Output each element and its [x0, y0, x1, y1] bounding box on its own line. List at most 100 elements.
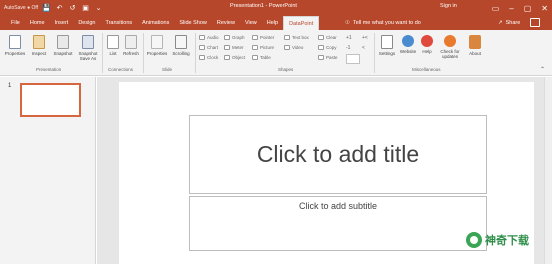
help-button[interactable]: Help	[419, 35, 435, 54]
group-label-presentation: Presentation	[36, 67, 62, 72]
shape-preview-box[interactable]	[346, 54, 360, 64]
clear-button[interactable]: Clear	[318, 35, 337, 40]
tab-file[interactable]: File	[6, 16, 25, 30]
snapshot-button[interactable]: Snapshot	[52, 35, 74, 56]
window-title: Presentation1 - PowerPoint	[230, 3, 297, 9]
watermark: 神奇下载	[466, 232, 529, 248]
scrolling-icon	[175, 35, 187, 49]
table-icon	[252, 55, 258, 60]
vertical-scrollbar[interactable]	[544, 77, 552, 264]
picture-button[interactable]: Picture	[252, 45, 274, 50]
tell-me-box[interactable]: ☉ Tell me what you want to do	[345, 16, 421, 30]
tab-home[interactable]: Home	[25, 16, 50, 30]
tab-insert[interactable]: Insert	[50, 16, 74, 30]
copy-button[interactable]: Copy	[318, 45, 337, 50]
properties-icon	[9, 35, 21, 49]
settings-button[interactable]: Settings	[377, 35, 397, 56]
maximize-icon[interactable]: ▢	[524, 4, 532, 13]
tab-help[interactable]: Help	[262, 16, 283, 30]
subtitle-placeholder-text: Click to add subtitle	[298, 201, 378, 211]
pointer-button[interactable]: Pointer	[252, 35, 274, 40]
copy-icon	[318, 45, 324, 50]
text-box-icon	[284, 35, 290, 40]
tab-review[interactable]: Review	[212, 16, 240, 30]
tab-animations[interactable]: Animations	[137, 16, 174, 30]
meter-button[interactable]: Meter	[224, 45, 244, 50]
increase-icon[interactable]: +1	[346, 35, 352, 41]
slide-properties-button[interactable]: Properties	[146, 35, 168, 56]
close-icon[interactable]: ✕	[541, 4, 548, 13]
autosave-toggle[interactable]: AutoSave ● Off	[4, 5, 38, 11]
object-button[interactable]: Object	[224, 55, 245, 60]
about-button[interactable]: About	[466, 35, 484, 56]
inspect-button[interactable]: Inspect	[30, 35, 48, 56]
slide-properties-icon	[151, 35, 163, 49]
title-placeholder-text: Click to add title	[256, 141, 420, 167]
ribbon-display-icon[interactable]: ▭	[492, 4, 500, 13]
check-for-updates-button[interactable]: Check for updates	[437, 35, 463, 59]
group-divider	[143, 33, 144, 73]
collapse-down-icon[interactable]: <	[362, 45, 365, 51]
object-icon	[224, 55, 230, 60]
collapse-ribbon-icon[interactable]: ⌃	[540, 66, 545, 73]
meter-icon	[224, 45, 230, 50]
audio-button[interactable]: Audio	[199, 35, 219, 40]
website-button[interactable]: Website	[398, 35, 418, 54]
group-label-shapes: Shapes	[278, 67, 294, 72]
tab-view[interactable]: View	[240, 16, 262, 30]
slide-thumbnail-pane[interactable]: 1	[0, 77, 96, 264]
table-button[interactable]: Table	[252, 55, 271, 60]
tab-datapoint[interactable]: DataPoint	[283, 16, 320, 30]
chart-button[interactable]: Chart	[199, 45, 218, 50]
globe-icon	[402, 35, 414, 47]
clock-button[interactable]: Clock	[199, 55, 218, 60]
scrolling-button[interactable]: Scrolling	[170, 35, 192, 56]
present-icon[interactable]: ▣	[81, 4, 90, 13]
redo-icon[interactable]: ↺	[68, 4, 77, 13]
pointer-icon	[252, 35, 258, 40]
comments-icon[interactable]	[530, 18, 540, 27]
share-label: Share	[505, 20, 521, 26]
paste-button[interactable]: Paste	[318, 55, 338, 60]
snapshot-save-as-button[interactable]: Snapshot Save As	[76, 35, 100, 61]
subtitle-placeholder[interactable]: Click to add subtitle	[189, 196, 487, 251]
group-label-connections: Connections	[108, 67, 134, 72]
quick-access-toolbar: AutoSave ● Off 💾 ↶ ↺ ▣ ⌄	[4, 2, 103, 14]
refresh-button[interactable]: Refresh	[121, 35, 141, 56]
text-box-button[interactable]: Text box	[284, 35, 309, 40]
refresh-icon	[125, 35, 137, 49]
list-button[interactable]: List	[106, 35, 120, 56]
minimize-icon[interactable]: –	[509, 4, 513, 13]
collapse-up-icon[interactable]: +<	[362, 35, 368, 41]
chart-icon	[199, 45, 205, 50]
properties-button[interactable]: Properties	[5, 35, 25, 56]
ribbon-panel: Properties Inspect Snapshot Snapshot Sav…	[0, 30, 552, 76]
group-divider	[195, 33, 196, 73]
tab-design[interactable]: Design	[73, 16, 100, 30]
update-icon	[444, 35, 456, 47]
video-icon	[284, 45, 290, 50]
undo-icon[interactable]: ↶	[55, 4, 64, 13]
graph-icon	[224, 35, 230, 40]
settings-icon	[381, 35, 393, 49]
decrease-icon[interactable]: -1	[346, 45, 350, 51]
tell-me-label: Tell me what you want to do	[352, 20, 421, 26]
tab-slide-show[interactable]: Slide Show	[174, 16, 212, 30]
slide-number: 1	[8, 83, 12, 89]
snapshot-icon	[57, 35, 69, 49]
share-icon: ↗	[498, 20, 503, 26]
clear-icon	[318, 35, 324, 40]
graph-button[interactable]: Graph	[224, 35, 245, 40]
customize-icon[interactable]: ⌄	[94, 4, 103, 13]
tab-transitions[interactable]: Transitions	[100, 16, 137, 30]
video-button[interactable]: Video	[284, 45, 303, 50]
slide-thumbnail[interactable]	[20, 83, 81, 117]
title-placeholder[interactable]: Click to add title	[189, 115, 487, 194]
share-button[interactable]: ↗ Share	[498, 16, 520, 30]
sign-in-link[interactable]: Sign in	[440, 3, 457, 9]
watermark-text: 神奇下载	[485, 235, 529, 247]
save-icon[interactable]: 💾	[42, 4, 51, 13]
group-label-miscellaneous: Miscellaneous	[412, 67, 441, 72]
about-icon	[469, 35, 481, 49]
list-icon	[107, 35, 119, 49]
